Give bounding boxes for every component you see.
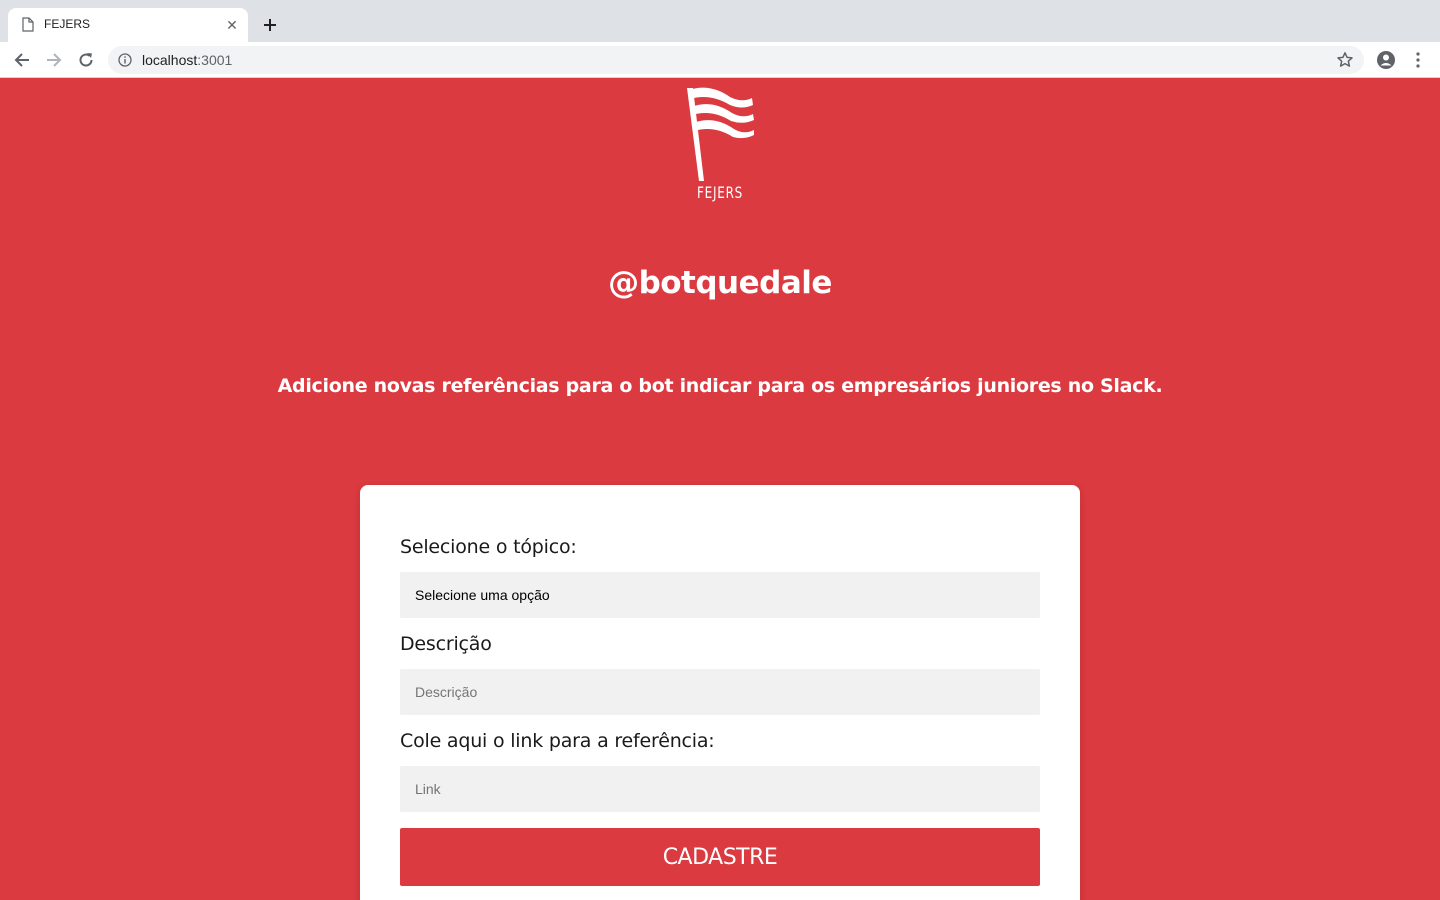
browser-menu-button[interactable] xyxy=(1408,50,1428,70)
arrow-left-icon xyxy=(14,53,29,67)
arrow-right-icon xyxy=(47,53,62,67)
flag-icon xyxy=(687,87,754,181)
topic-select[interactable]: Selecione uma opção xyxy=(400,572,1040,618)
url-host: localhost xyxy=(142,52,198,68)
new-tab-button[interactable] xyxy=(258,13,282,37)
link-input[interactable] xyxy=(400,766,1040,812)
reload-icon xyxy=(79,53,93,67)
fejers-logo: FEJERS xyxy=(680,83,760,203)
more-vertical-icon xyxy=(1416,52,1420,68)
bookmark-star-icon[interactable] xyxy=(1336,51,1354,69)
url-port: :3001 xyxy=(197,52,233,68)
submit-button[interactable]: CADASTRE xyxy=(400,828,1040,886)
topic-label: Selecione o tópico: xyxy=(400,536,577,558)
page-subtitle: Adicione novas referências para o bot in… xyxy=(277,375,1163,397)
description-label: Descrição xyxy=(400,633,492,655)
browser-tab[interactable]: FEJERS ✕ xyxy=(8,8,248,42)
reload-button[interactable] xyxy=(74,48,98,72)
logo-text: FEJERS xyxy=(696,183,744,202)
reference-form-card: Selecione o tópico: Selecione uma opção … xyxy=(360,485,1080,900)
document-icon xyxy=(22,17,34,32)
address-bar[interactable]: localhost:3001 xyxy=(108,46,1364,74)
forward-button[interactable] xyxy=(42,48,66,72)
tab-title: FEJERS xyxy=(44,17,91,31)
topic-select-value: Selecione uma opção xyxy=(415,587,550,603)
link-label: Cole aqui o link para a referência: xyxy=(400,730,715,752)
browser-toolbar: localhost:3001 xyxy=(0,42,1440,78)
url-text: localhost:3001 xyxy=(142,52,232,68)
close-tab-icon[interactable]: ✕ xyxy=(224,17,240,33)
back-button[interactable] xyxy=(10,48,34,72)
description-input[interactable] xyxy=(400,669,1040,715)
plus-icon xyxy=(264,19,276,31)
browser-tab-strip: FEJERS ✕ xyxy=(0,0,1440,42)
info-icon[interactable] xyxy=(118,53,132,67)
profile-avatar-icon[interactable] xyxy=(1376,50,1396,70)
page-content: FEJERS @botquedale Adicione novas referê… xyxy=(0,79,1440,900)
page-title: @botquedale xyxy=(608,265,832,301)
